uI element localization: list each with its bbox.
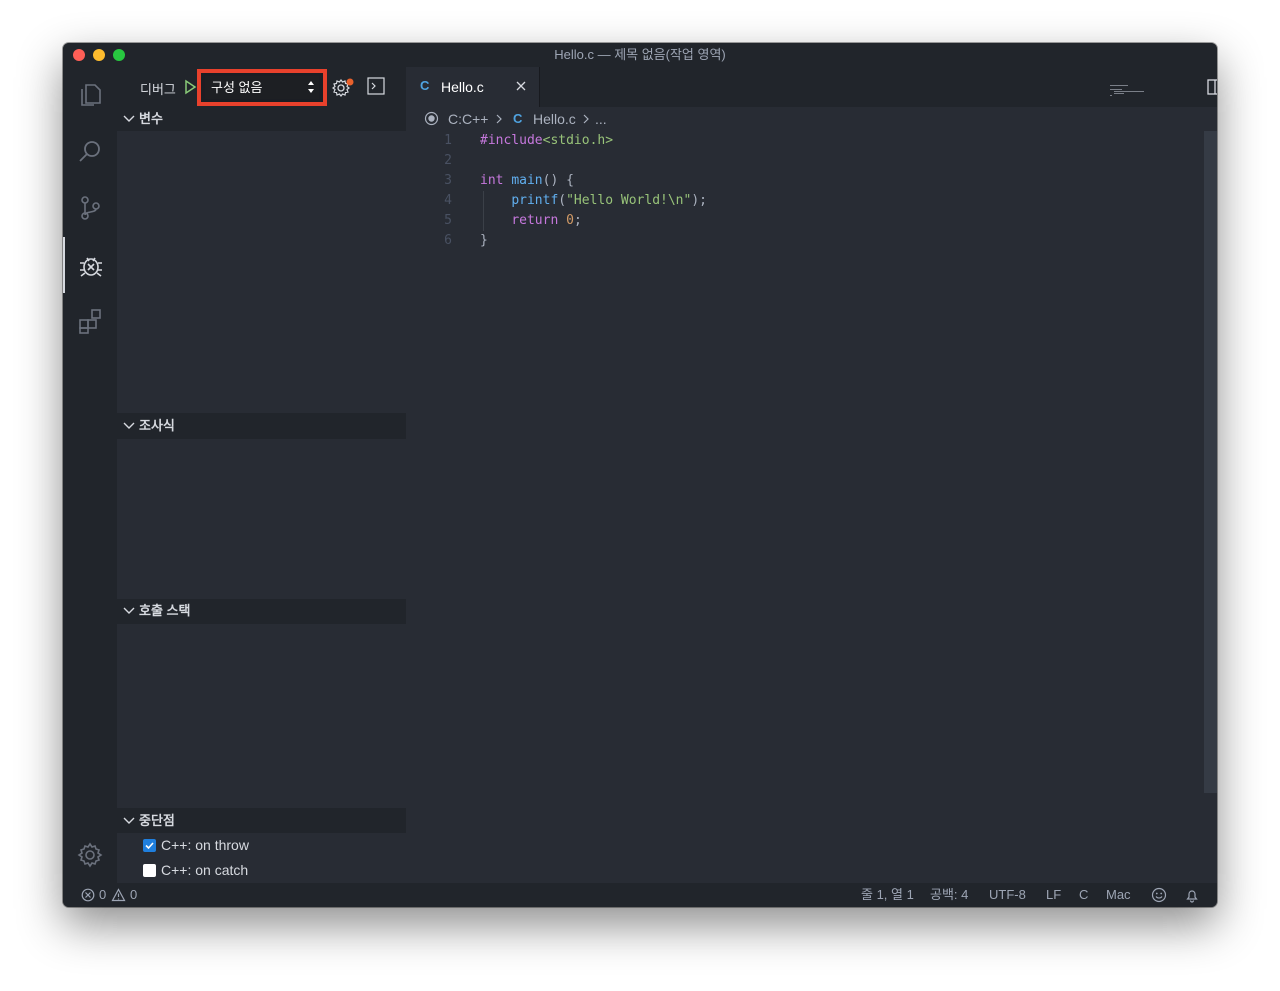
code-line: 2 — [406, 151, 1186, 171]
extensions-icon[interactable] — [63, 293, 117, 349]
code-line: 5 return 0; — [406, 211, 1186, 231]
line-number: 1 — [444, 133, 452, 148]
c-file-icon: C — [420, 78, 430, 93]
code-editor[interactable]: 1 #include<stdio.h> 2 3 int main() { 4 p… — [406, 85, 1200, 883]
feedback-smiley-icon[interactable] — [1151, 887, 1167, 903]
chevron-right-icon — [496, 114, 502, 124]
end-of-line[interactable]: LF — [1046, 883, 1061, 907]
debug-toolbar: 디버그 구성 없음 — [117, 67, 406, 107]
breadcrumb: C:C++ C Hello.c ... — [406, 107, 1217, 131]
debug-config-select[interactable]: 구성 없음 — [205, 76, 319, 99]
breakpoints-section-header[interactable]: 중단점 — [117, 809, 406, 833]
code-text: return 0; — [511, 213, 582, 228]
status-bar: 0 0 줄 1, 열 1 공백: 4 UTF-8 LF C Mac — [63, 883, 1217, 907]
cursor-position[interactable]: 줄 1, 열 1 — [861, 883, 914, 907]
variables-panel — [117, 131, 406, 413]
minimize-window-button[interactable] — [93, 49, 105, 61]
select-arrows-icon — [308, 81, 314, 93]
code-line: 1 #include<stdio.h> — [406, 131, 1186, 151]
breakpoint-item[interactable]: C++: on throw — [143, 834, 249, 856]
editor-scrollbar[interactable] — [1200, 131, 1217, 883]
chevron-down-icon — [123, 817, 135, 824]
title-bar: Hello.c — 제목 없음(작업 영역) — [63, 43, 1217, 67]
start-debugging-button[interactable] — [182, 79, 198, 95]
editor-tab-bar: C Hello.c — [406, 67, 1217, 107]
gear-icon[interactable] — [63, 827, 117, 883]
breadcrumb-file[interactable]: Hello.c — [533, 111, 576, 127]
call-stack-section-header[interactable]: 호출 스택 — [117, 599, 406, 623]
platform[interactable]: Mac — [1106, 883, 1131, 907]
debug-console-button[interactable] — [367, 77, 385, 95]
config-highlight-box: 구성 없음 — [197, 69, 327, 106]
chevron-down-icon — [123, 115, 135, 122]
vscode-window: Hello.c — 제목 없음(작업 영역) 디버그 구성 없음 변수 조사식 … — [63, 43, 1217, 907]
breakpoint-checkbox-checked[interactable] — [143, 838, 156, 852]
maximize-window-button[interactable] — [113, 49, 125, 61]
open-launch-json-button[interactable] — [332, 77, 356, 97]
debug-config-value: 구성 없음 — [211, 80, 263, 95]
code-line: 6 } — [406, 231, 1186, 251]
code-text: printf("Hello World!\n"); — [511, 193, 707, 208]
indentation[interactable]: 공백: 4 — [930, 883, 968, 907]
warning-count[interactable]: 0 — [130, 883, 137, 907]
variables-section-header[interactable]: 변수 — [117, 107, 406, 131]
code-text: } — [480, 233, 488, 248]
call-stack-panel — [117, 624, 406, 808]
tab-hello-c[interactable]: C Hello.c — [406, 67, 540, 107]
activity-bar — [63, 67, 117, 883]
code-text: #include<stdio.h> — [480, 133, 614, 148]
line-number: 3 — [444, 173, 452, 188]
line-number: 2 — [444, 153, 452, 168]
c-file-icon: C — [513, 111, 523, 126]
scrollbar-thumb[interactable] — [1204, 131, 1217, 793]
breakpoint-label: C++: on catch — [161, 862, 249, 878]
debug-sidebar: 디버그 구성 없음 변수 조사식 호출 스택 중단점 C++: on throw… — [117, 67, 406, 883]
chevron-down-icon — [123, 422, 135, 429]
breakpoint-checkbox-unchecked[interactable] — [143, 863, 156, 877]
minimap[interactable] — [1110, 83, 1150, 97]
notification-bell-icon[interactable] — [1184, 887, 1200, 903]
code-text: int main() { — [480, 173, 574, 188]
variables-section-label: 변수 — [139, 111, 163, 126]
close-icon[interactable] — [514, 79, 528, 93]
line-number: 4 — [444, 193, 452, 208]
chevron-down-icon — [123, 607, 135, 614]
line-number: 6 — [444, 233, 452, 248]
language-mode[interactable]: C — [1079, 883, 1088, 907]
breakpoint-item[interactable]: C++: on catch — [143, 859, 248, 881]
breakpoints-section-label: 중단점 — [139, 813, 175, 828]
close-window-button[interactable] — [73, 49, 85, 61]
window-title: Hello.c — 제목 없음(작업 영역) — [554, 47, 726, 62]
breadcrumb-folder[interactable]: C:C++ — [448, 111, 488, 127]
error-count[interactable]: 0 — [99, 883, 106, 907]
breadcrumb-more[interactable]: ... — [595, 111, 607, 127]
folder-circle-icon — [424, 111, 439, 126]
encoding[interactable]: UTF-8 — [989, 883, 1026, 907]
error-icon[interactable] — [81, 888, 95, 902]
tab-label: Hello.c — [441, 79, 484, 95]
debug-icon[interactable] — [63, 237, 117, 293]
watch-panel — [117, 439, 406, 599]
chevron-right-icon — [583, 114, 589, 124]
line-number: 5 — [444, 213, 452, 228]
source-control-icon[interactable] — [63, 180, 117, 236]
debug-label: 디버그 — [140, 82, 176, 97]
breakpoints-panel: C++: on throw C++: on catch — [117, 833, 406, 883]
indent-guide — [483, 191, 484, 231]
code-line: 3 int main() { — [406, 171, 1186, 191]
warning-icon[interactable] — [111, 888, 126, 902]
split-editor-icon[interactable] — [1206, 79, 1217, 95]
watch-section-label: 조사식 — [139, 418, 175, 433]
code-line: 4 printf("Hello World!\n"); — [406, 191, 1186, 211]
watch-section-header[interactable]: 조사식 — [117, 414, 406, 438]
call-stack-section-label: 호출 스택 — [139, 603, 191, 618]
explorer-icon[interactable] — [63, 67, 117, 123]
search-icon[interactable] — [63, 124, 117, 180]
breakpoint-label: C++: on throw — [161, 837, 249, 853]
